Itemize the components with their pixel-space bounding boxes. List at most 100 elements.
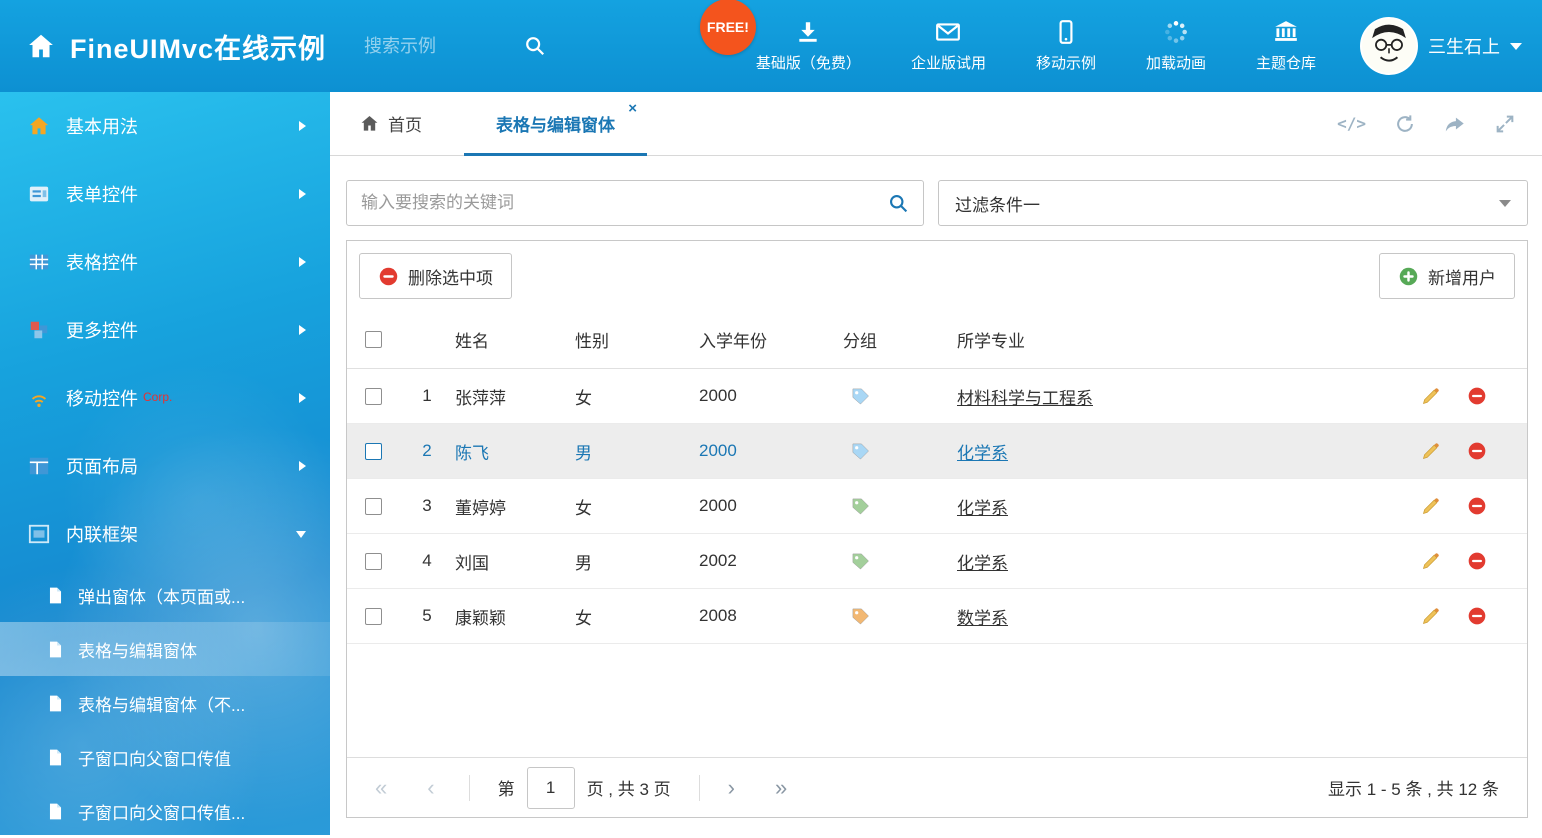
sidebar-item-mobile-controls[interactable]: 移动控件 Corp. [0, 364, 330, 432]
table-row[interactable]: 3 董婷婷 女 2000 化学系 [347, 479, 1527, 534]
filter-row: 过滤条件一 [330, 156, 1542, 226]
row-number: 4 [399, 551, 455, 571]
user-menu[interactable]: 三生石上 [1360, 17, 1522, 75]
sidebar-item-grid-controls[interactable]: 表格控件 [0, 228, 330, 296]
chevron-right-icon [299, 121, 306, 131]
header-nav: FREE! 基础版（免费） 企业版试用 移动示例 加载动画 [756, 19, 1316, 73]
nav-item-basic-free[interactable]: FREE! 基础版（免费） [756, 19, 861, 73]
close-icon[interactable]: × [628, 101, 637, 116]
sidebar-subitem-child-to-parent[interactable]: 子窗口向父窗口传值 [0, 730, 330, 784]
file-icon [46, 748, 65, 767]
main-content: 首页 表格与编辑窗体 × </> 过滤条件一 [330, 92, 1542, 835]
tab-grid-edit-window[interactable]: 表格与编辑窗体 × [464, 92, 647, 155]
sidebar-subitem-popup-window[interactable]: 弹出窗体（本页面或... [0, 568, 330, 622]
major-link[interactable]: 化学系 [957, 444, 1008, 463]
sidebar-item-page-layout[interactable]: 页面布局 [0, 432, 330, 500]
major-link[interactable]: 化学系 [957, 499, 1008, 518]
chevron-down-icon [296, 531, 306, 538]
free-badge: FREE! [700, 0, 756, 55]
table-header: 姓名 性别 入学年份 分组 所学专业 [347, 311, 1527, 369]
sidebar-subitem-child-to-parent-2[interactable]: 子窗口向父窗口传值... [0, 784, 330, 838]
search-icon[interactable] [524, 35, 546, 57]
home-icon[interactable] [26, 31, 56, 61]
row-checkbox[interactable] [365, 388, 382, 405]
row-name: 张萍萍 [455, 384, 575, 409]
edit-icon[interactable] [1421, 606, 1441, 626]
sidebar-subitem-grid-edit-window[interactable]: 表格与编辑窗体 [0, 622, 330, 676]
row-year: 2000 [699, 496, 843, 516]
next-page-button[interactable]: › [728, 777, 735, 799]
nav-item-label: 企业版试用 [911, 52, 986, 73]
chevron-right-icon [299, 393, 306, 403]
first-page-button[interactable]: « [375, 777, 387, 799]
sidebar-item-more-controls[interactable]: 更多控件 [0, 296, 330, 364]
row-checkbox[interactable] [365, 443, 382, 460]
sidebar: 基本用法 表单控件 表格控件 更多控件 移动控件 Corp. 页面布局 [0, 92, 330, 835]
page-label-suffix: 页 , 共 3 页 [587, 775, 671, 800]
spinner-icon [1163, 19, 1189, 45]
sidebar-item-basic-usage[interactable]: 基本用法 [0, 92, 330, 160]
sidebar-item-form-controls[interactable]: 表单控件 [0, 160, 330, 228]
layout-icon [28, 455, 50, 477]
nav-item-mobile-demo[interactable]: 移动示例 [1036, 19, 1096, 73]
grid-toolbar: 删除选中项 新增用户 [347, 241, 1527, 311]
row-checkbox[interactable] [365, 553, 382, 570]
col-name[interactable]: 姓名 [455, 327, 575, 352]
corp-badge: Corp. [143, 390, 172, 404]
major-link[interactable]: 化学系 [957, 554, 1008, 573]
edit-icon[interactable] [1421, 441, 1441, 461]
col-gender[interactable]: 性别 [575, 327, 699, 352]
filter-dropdown[interactable]: 过滤条件一 [938, 180, 1528, 226]
col-group[interactable]: 分组 [843, 327, 957, 352]
table-row[interactable]: 4 刘国 男 2002 化学系 [347, 534, 1527, 589]
table-row[interactable]: 2 陈飞 男 2000 化学系 [347, 424, 1527, 479]
nav-item-theme-store[interactable]: 主题仓库 [1256, 19, 1316, 73]
delete-row-icon[interactable] [1467, 551, 1487, 571]
form-icon [28, 183, 50, 205]
share-icon[interactable] [1444, 113, 1466, 135]
row-checkbox[interactable] [365, 608, 382, 625]
col-year[interactable]: 入学年份 [699, 327, 843, 352]
delete-row-icon[interactable] [1467, 441, 1487, 461]
sidebar-item-iframe[interactable]: 内联框架 [0, 500, 330, 568]
grid-panel: 删除选中项 新增用户 姓名 性别 入学年份 分组 所学专业 1 张萍萍 [346, 240, 1528, 818]
row-number: 1 [399, 386, 455, 406]
sidebar-subitem-grid-edit-window-2[interactable]: 表格与编辑窗体（不... [0, 676, 330, 730]
table-row[interactable]: 1 张萍萍 女 2000 材料科学与工程系 [347, 369, 1527, 424]
edit-icon[interactable] [1421, 386, 1441, 406]
nav-item-enterprise-trial[interactable]: 企业版试用 [911, 19, 986, 73]
delete-row-icon[interactable] [1467, 496, 1487, 516]
nav-item-loading-animation[interactable]: 加载动画 [1146, 19, 1206, 73]
delete-row-icon[interactable] [1467, 606, 1487, 626]
select-all-checkbox[interactable] [365, 331, 382, 348]
page-label-prefix: 第 [498, 775, 515, 800]
prev-page-button[interactable]: ‹ [427, 777, 434, 799]
tab-bar: 首页 表格与编辑窗体 × </> [330, 92, 1542, 156]
expand-icon[interactable] [1494, 113, 1516, 135]
major-link[interactable]: 材料科学与工程系 [957, 389, 1093, 408]
row-year: 2000 [699, 386, 843, 406]
home-icon [28, 115, 50, 137]
tab-home[interactable]: 首页 [360, 92, 422, 155]
edit-icon[interactable] [1421, 496, 1441, 516]
code-icon[interactable]: </> [1337, 114, 1366, 133]
row-checkbox[interactable] [365, 498, 382, 515]
edit-icon[interactable] [1421, 551, 1441, 571]
table-row[interactable]: 5 康颖颖 女 2008 数学系 [347, 589, 1527, 644]
keyword-search-input[interactable] [361, 193, 888, 213]
last-page-button[interactable]: » [775, 777, 787, 799]
table-icon [28, 251, 50, 273]
refresh-icon[interactable] [1394, 113, 1416, 135]
add-user-button[interactable]: 新增用户 [1379, 253, 1515, 299]
header-search-input[interactable] [364, 36, 524, 57]
row-number: 2 [399, 441, 455, 461]
search-icon[interactable] [888, 193, 909, 214]
nav-item-label: 移动示例 [1036, 52, 1096, 73]
major-link[interactable]: 数学系 [957, 609, 1008, 628]
delete-selected-button[interactable]: 删除选中项 [359, 253, 512, 299]
row-number: 3 [399, 496, 455, 516]
page-number-input[interactable] [527, 767, 575, 809]
col-major[interactable]: 所学专业 [957, 327, 1397, 352]
pagination-summary: 显示 1 - 5 条 , 共 12 条 [1328, 775, 1499, 800]
delete-row-icon[interactable] [1467, 386, 1487, 406]
